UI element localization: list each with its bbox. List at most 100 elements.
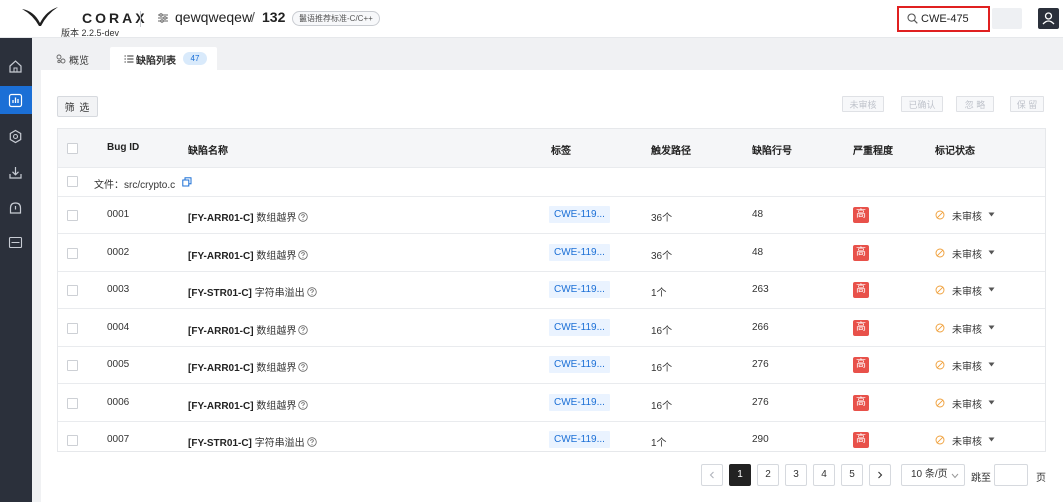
search-icon bbox=[907, 13, 918, 24]
user-button[interactable] bbox=[1038, 8, 1059, 29]
search-extension[interactable] bbox=[992, 8, 1022, 29]
defect-name[interactable]: [FY-ARR01-C] 数组越界 bbox=[188, 209, 309, 224]
mark-kept-button[interactable]: 保 留 bbox=[1010, 96, 1044, 112]
table-row[interactable]: 0001 [FY-ARR01-C] 数组越界 CWE-119... 36个 48 高 未审核 bbox=[58, 197, 1045, 234]
table-row[interactable]: 0002 [FY-ARR01-C] 数组越界 CWE-119... 36个 48 高 未审核 bbox=[58, 235, 1045, 272]
table-row[interactable]: 0004 [FY-ARR01-C] 数组越界 CWE-119... 16个 266 高 未审… bbox=[58, 310, 1045, 347]
settings-icon bbox=[9, 129, 22, 144]
col-defect-name[interactable]: 缺陷名称 bbox=[188, 142, 228, 157]
page-3[interactable]: 3 bbox=[785, 464, 807, 486]
row-checkbox[interactable] bbox=[67, 435, 78, 446]
nav-item-terminal[interactable] bbox=[0, 228, 32, 256]
cwe-tag[interactable]: CWE-119... bbox=[549, 318, 610, 336]
trigger-path[interactable]: 16个 bbox=[651, 397, 672, 412]
row-checkbox[interactable] bbox=[67, 285, 78, 296]
tab-defect-list[interactable]: 缺陷列表 47 bbox=[110, 47, 217, 70]
page-size-select[interactable]: 10 条/页 bbox=[901, 464, 965, 486]
row-checkbox[interactable] bbox=[67, 210, 78, 221]
goto-page-input[interactable] bbox=[994, 464, 1028, 486]
col-bug-id[interactable]: Bug ID bbox=[107, 142, 139, 153]
row-checkbox[interactable] bbox=[67, 322, 78, 334]
mark-confirmed-button[interactable]: 已确认 bbox=[901, 96, 943, 112]
project-separator: / bbox=[251, 9, 255, 25]
file-group-checkbox[interactable] bbox=[67, 176, 78, 187]
trigger-path[interactable]: 1个 bbox=[651, 434, 667, 449]
table-row[interactable]: 0003 [FY-STR01-C] 字符串溢出 CWE-119... 1个 263 高 未审… bbox=[58, 272, 1045, 309]
line-number: 48 bbox=[752, 209, 764, 220]
help-icon[interactable] bbox=[298, 362, 309, 372]
defect-name[interactable]: [FY-ARR01-C] 数组越界 bbox=[188, 247, 309, 262]
defect-name[interactable]: [FY-ARR01-C] 数组越界 bbox=[188, 397, 309, 412]
cwe-tag[interactable]: CWE-119... bbox=[549, 281, 610, 298]
app-logo[interactable]: CORAX 版本 2.2.5-dev bbox=[20, 4, 145, 38]
project-name[interactable]: qewqweqew bbox=[175, 9, 252, 25]
defect-name[interactable]: [FY-ARR01-C] 数组越界 bbox=[188, 322, 309, 337]
col-line-number[interactable]: 缺陷行号 bbox=[752, 142, 792, 157]
bug-id: 0004 bbox=[107, 321, 130, 333]
chart-icon bbox=[8, 93, 23, 108]
help-icon[interactable] bbox=[298, 212, 309, 222]
page-1[interactable]: 1 bbox=[729, 464, 751, 486]
help-icon[interactable] bbox=[306, 287, 317, 297]
copy-icon[interactable] bbox=[182, 177, 192, 187]
nav-item-defects[interactable] bbox=[0, 86, 32, 114]
cwe-tag[interactable]: CWE-119... bbox=[549, 393, 610, 411]
filter-button[interactable]: 筛 选 bbox=[57, 96, 98, 117]
defect-desc: 数组越界 bbox=[256, 325, 297, 337]
cwe-tag[interactable]: CWE-119... bbox=[549, 356, 610, 373]
defect-name[interactable]: [FY-ARR01-C] 数组越界 bbox=[188, 359, 309, 374]
page-2[interactable]: 2 bbox=[757, 464, 779, 486]
search-box[interactable] bbox=[897, 6, 990, 32]
mark-unreviewed-button[interactable]: 未审核 bbox=[842, 96, 884, 112]
col-mark-status[interactable]: 标记状态 bbox=[935, 142, 975, 157]
nav-item-download[interactable] bbox=[0, 158, 32, 186]
trigger-path[interactable]: 36个 bbox=[651, 209, 672, 224]
eye-off-icon bbox=[935, 435, 945, 445]
defect-table: Bug ID 缺陷名称 标签 触发路径 缺陷行号 严重程度 标记状态 文件：sr… bbox=[57, 128, 1046, 452]
col-tag[interactable]: 标签 bbox=[551, 142, 571, 157]
row-checkbox[interactable] bbox=[67, 397, 78, 409]
cwe-tag[interactable]: CWE-119... bbox=[549, 431, 610, 448]
mark-ignored-button[interactable]: 忽 略 bbox=[956, 96, 994, 112]
prev-page-button[interactable] bbox=[701, 464, 723, 486]
eye-off-icon bbox=[935, 248, 945, 257]
header-divider bbox=[140, 11, 141, 27]
nav-item-alerts[interactable] bbox=[0, 194, 32, 222]
rule-code: [FY-STR01-C] bbox=[188, 288, 252, 299]
row-checkbox[interactable] bbox=[67, 360, 78, 371]
cwe-tag[interactable]: CWE-119... bbox=[549, 243, 610, 261]
table-row[interactable]: 0006 [FY-ARR01-C] 数组越界 CWE-119... 16个 276 高 未审… bbox=[58, 385, 1045, 422]
trigger-path[interactable]: 1个 bbox=[651, 284, 667, 299]
severity-badge: 高 bbox=[853, 357, 869, 373]
nav-item-settings[interactable] bbox=[0, 122, 32, 150]
line-number: 266 bbox=[752, 321, 769, 333]
defect-name[interactable]: [FY-STR01-C] 字符串溢出 bbox=[188, 284, 317, 299]
help-icon[interactable] bbox=[298, 399, 309, 410]
defect-desc: 数组越界 bbox=[256, 250, 297, 262]
home-icon bbox=[9, 60, 22, 73]
next-page-button[interactable] bbox=[869, 464, 891, 486]
col-trigger-path[interactable]: 触发路径 bbox=[651, 142, 691, 157]
nav-item-home[interactable] bbox=[0, 52, 32, 80]
project-number: 132 bbox=[262, 9, 286, 25]
help-icon[interactable] bbox=[298, 324, 309, 335]
help-icon[interactable] bbox=[306, 437, 317, 447]
page-4[interactable]: 4 bbox=[813, 464, 835, 486]
row-checkbox[interactable] bbox=[67, 247, 78, 259]
table-row[interactable]: 0005 [FY-ARR01-C] 数组越界 CWE-119... 16个 276 高 未审… bbox=[58, 347, 1045, 384]
select-all-checkbox[interactable] bbox=[67, 143, 78, 154]
trigger-path[interactable]: 16个 bbox=[651, 359, 672, 374]
trigger-path[interactable]: 36个 bbox=[651, 247, 672, 262]
defect-name[interactable]: [FY-STR01-C] 字符串溢出 bbox=[188, 434, 317, 449]
table-row[interactable]: 0007 [FY-STR01-C] 字符串溢出 CWE-119... 1个 290 高 未审… bbox=[58, 422, 1045, 451]
trigger-path[interactable]: 16个 bbox=[651, 322, 672, 337]
cwe-tag[interactable]: CWE-119... bbox=[549, 206, 610, 223]
help-icon[interactable] bbox=[298, 249, 309, 260]
search-input[interactable] bbox=[921, 11, 987, 27]
caret-down-icon bbox=[988, 400, 995, 404]
col-severity[interactable]: 严重程度 bbox=[853, 142, 893, 157]
defect-desc: 数组越界 bbox=[256, 213, 297, 224]
tab-overview[interactable]: 概览 bbox=[42, 47, 108, 70]
rule-code: [FY-STR01-C] bbox=[188, 438, 252, 449]
page-5[interactable]: 5 bbox=[841, 464, 863, 486]
